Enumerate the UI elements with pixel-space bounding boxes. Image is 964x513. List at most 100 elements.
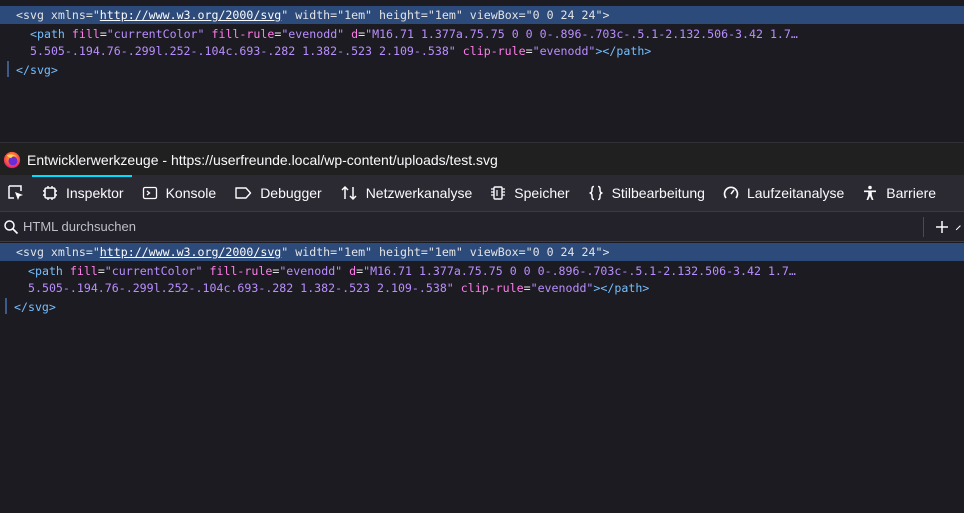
element-picker-button[interactable]: [0, 175, 32, 211]
firefox-icon: [3, 151, 21, 168]
tab-label: Stilbearbeitung: [611, 185, 705, 201]
tag-name: svg: [22, 8, 44, 22]
debugger-icon: [235, 187, 252, 199]
tab-label: Laufzeitanalyse: [746, 185, 845, 201]
plus-icon: [936, 220, 948, 233]
xmlns-link[interactable]: http://www.w3.org/2000/svg: [100, 245, 281, 259]
tag-bracket: <: [16, 245, 23, 259]
tag-bracket: ></: [593, 281, 615, 295]
attr-value: "1em": [337, 245, 373, 259]
tab-inspektor[interactable]: Inspektor: [32, 175, 132, 211]
attr-value: 5.505-.194.76-.299l.252-.104c.693-.282 1…: [30, 44, 456, 58]
window-title-bar: Entwicklerwerkzeuge - https://userfreund…: [0, 142, 964, 176]
attr-name: clip-rule: [460, 281, 524, 295]
attr-name: viewBox: [469, 8, 519, 22]
path-node-line2[interactable]: 5.505-.194.76-.299l.252-.104c.693-.282 1…: [0, 279, 964, 297]
attr-value: "M16.71 1.377a.75.75 0 0 0-.896-.703c-.5…: [365, 27, 798, 41]
element-picker-icon: [8, 185, 23, 200]
style-editor-icon: [589, 185, 603, 201]
path-node-line1[interactable]: <path fill="currentColor" fill-rule="eve…: [0, 25, 964, 43]
accessibility-icon: [864, 185, 877, 200]
inspector-icon: [43, 186, 57, 200]
tab-debugger[interactable]: Debugger: [224, 175, 330, 211]
console-icon: [142, 186, 157, 200]
tab-label: Inspektor: [66, 185, 124, 201]
svg-close-node[interactable]: </svg>: [0, 298, 964, 316]
markup-view: <svg xmlns="http://www.w3.org/2000/svg" …: [0, 242, 964, 513]
tag-name: path: [36, 27, 65, 41]
attr-value: "1em": [337, 8, 373, 22]
network-icon: [341, 185, 357, 201]
tag-bracket: >: [48, 300, 56, 314]
attr-name: width: [295, 8, 331, 22]
attr-name: height: [379, 8, 421, 22]
eq-sign: =: [85, 245, 93, 259]
eyedropper-button[interactable]: [954, 215, 964, 239]
tag-name: svg: [29, 63, 51, 77]
tag-bracket: >: [642, 281, 650, 295]
html-search-input[interactable]: [19, 212, 917, 241]
attr-name: xmlns: [50, 245, 86, 259]
quote: ": [92, 8, 100, 22]
tab-label: Netzwerkanalyse: [365, 185, 473, 201]
eq-sign: =: [85, 8, 93, 22]
tag-bracket: <: [28, 264, 35, 278]
eq-sign: =: [525, 44, 533, 58]
markup-search-bar: [0, 212, 964, 242]
attr-name: fill: [69, 264, 98, 278]
tag-bracket: <: [16, 8, 23, 22]
tab-laufzeitanalyse[interactable]: Laufzeitanalyse: [713, 175, 852, 211]
attr-value: "evenodd": [532, 44, 596, 58]
attr-name: clip-rule: [462, 44, 526, 58]
quote: ": [92, 245, 100, 259]
eq-sign: =: [420, 245, 428, 259]
eq-sign: =: [518, 8, 526, 22]
eq-sign: =: [99, 27, 107, 41]
attr-value: "1em": [427, 8, 463, 22]
separator: [923, 216, 924, 237]
quote: ": [281, 245, 289, 259]
tab-konsole[interactable]: Konsole: [132, 175, 225, 211]
eq-sign: =: [518, 245, 526, 259]
tag-name: svg: [22, 245, 44, 259]
eq-sign: =: [97, 264, 105, 278]
tab-label: Debugger: [260, 185, 322, 201]
attr-value: "0 0 24 24": [525, 245, 603, 259]
attr-name: xmlns: [50, 8, 86, 22]
tab-label: Konsole: [165, 185, 217, 201]
tag-name: path: [616, 44, 645, 58]
tab-netzwerkanalyse[interactable]: Netzwerkanalyse: [330, 175, 481, 211]
attr-value: "M16.71 1.377a.75.75 0 0 0-.896-.703c-.5…: [363, 264, 796, 278]
performance-icon: [723, 186, 739, 199]
attr-value: "currentColor": [104, 264, 203, 278]
tab-speicher[interactable]: Speicher: [480, 175, 577, 211]
devtools-toolbar: Inspektor Konsole Debugger Netzwerkanaly…: [0, 175, 964, 212]
xmlns-link[interactable]: http://www.w3.org/2000/svg: [100, 8, 281, 22]
tag-bracket: <: [30, 27, 37, 41]
svg-close-node[interactable]: </svg>: [0, 61, 964, 79]
tab-stilbearbeitung[interactable]: Stilbearbeitung: [578, 175, 713, 211]
svg-open-node-selected[interactable]: <svg xmlns="http://www.w3.org/2000/svg" …: [0, 6, 964, 24]
top-markup-view: <svg xmlns="http://www.w3.org/2000/svg" …: [0, 0, 964, 142]
tab-label: Speicher: [514, 185, 570, 201]
tag-bracket: >: [644, 44, 652, 58]
path-node-line1[interactable]: <path fill="currentColor" fill-rule="eve…: [0, 262, 964, 280]
tab-barriere[interactable]: Barriere: [852, 175, 944, 211]
svg-open-node-selected[interactable]: <svg xmlns="http://www.w3.org/2000/svg" …: [0, 243, 964, 261]
attr-name: viewBox: [469, 245, 519, 259]
tag-bracket: ></: [595, 44, 617, 58]
tag-name: path: [614, 281, 643, 295]
tag-name: path: [34, 264, 63, 278]
tag-bracket: </: [14, 300, 28, 314]
attr-value: "0 0 24 24": [525, 8, 603, 22]
tag-bracket: >: [50, 63, 58, 77]
path-node-line2[interactable]: 5.505-.194.76-.299l.252-.104c.693-.282 1…: [0, 42, 964, 60]
tag-bracket: >: [602, 8, 610, 22]
add-node-button[interactable]: [930, 215, 954, 239]
attr-value: "evenodd": [281, 27, 345, 41]
attr-name: height: [379, 245, 421, 259]
tag-bracket: </: [16, 63, 30, 77]
window-title: Entwicklerwerkzeuge - https://userfreund…: [27, 151, 498, 168]
attr-value: "evenodd": [530, 281, 594, 295]
attr-name: width: [295, 245, 331, 259]
